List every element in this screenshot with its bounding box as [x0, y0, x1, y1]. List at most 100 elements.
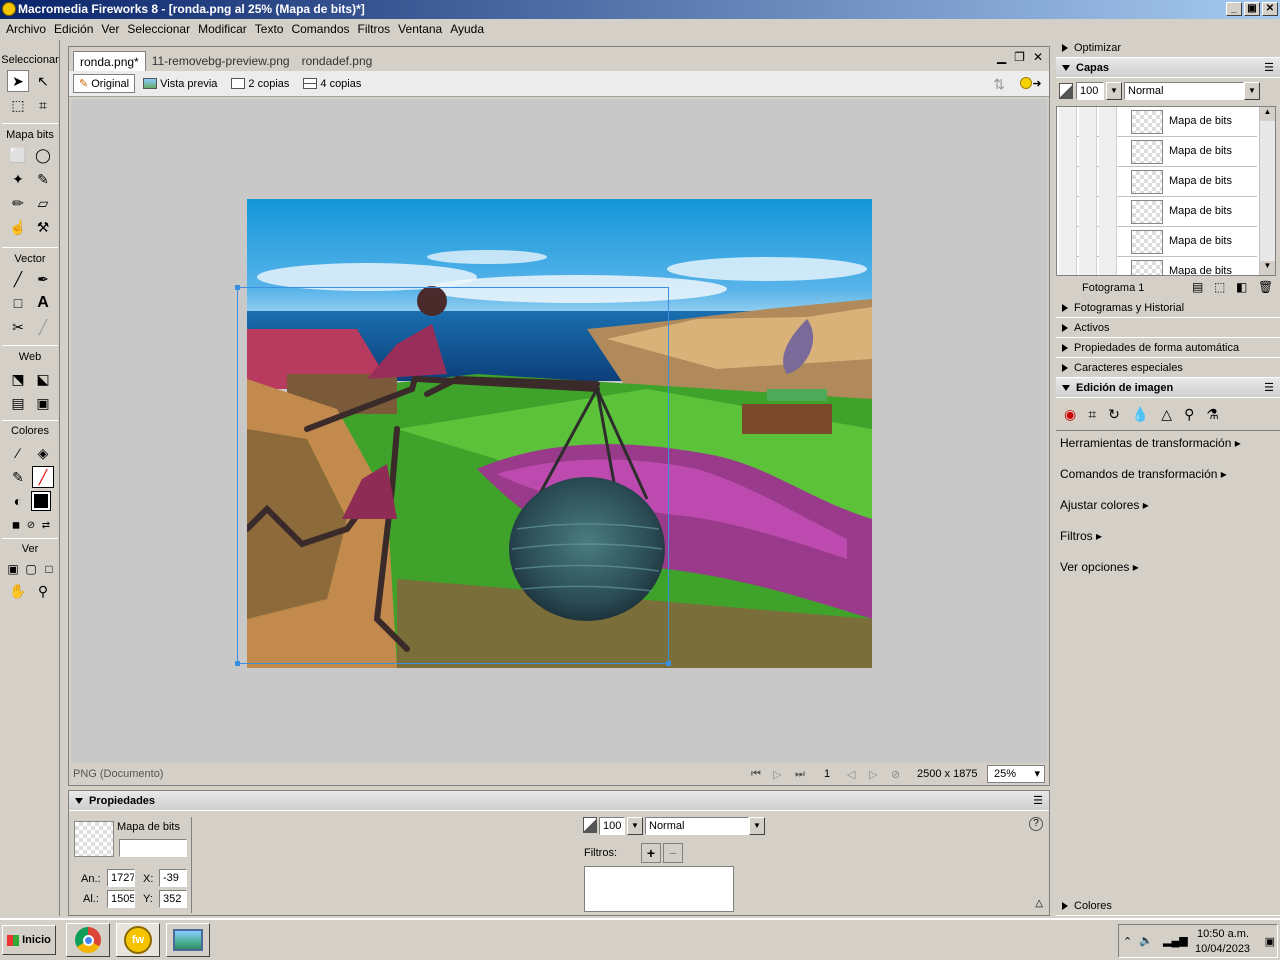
rectangle-tool-icon[interactable]: □: [7, 292, 29, 314]
crop-tool-icon[interactable]: ⌗: [32, 94, 54, 116]
magic-wand-tool-icon[interactable]: ✦: [7, 168, 29, 190]
restore-button[interactable]: ▣: [1244, 2, 1260, 16]
subselect-tool-icon[interactable]: ↖: [32, 70, 54, 92]
layer-row[interactable]: Mapa de bits: [1059, 107, 1257, 137]
filters-item[interactable]: Filtros ▸: [1060, 529, 1102, 543]
stroke-color-icon[interactable]: ✎: [7, 466, 29, 488]
panel-menu-icon[interactable]: ☰: [1033, 794, 1043, 807]
selection-handle[interactable]: [666, 661, 671, 666]
swap-colors-icon[interactable]: ⇄: [35, 514, 57, 536]
view-2up-button[interactable]: 2 copias: [225, 75, 295, 93]
menu-seleccionar[interactable]: Seleccionar: [123, 22, 194, 36]
fill-color-icon[interactable]: ◐: [7, 490, 29, 512]
tab-ronda[interactable]: ronda.png*: [73, 51, 146, 71]
volume-icon[interactable]: 🔈: [1139, 934, 1153, 947]
slice-tool-icon[interactable]: ⬕: [32, 368, 54, 390]
x-field[interactable]: -39: [159, 869, 187, 887]
fireworks-taskbar-button[interactable]: fw: [116, 923, 160, 957]
crop-icon[interactable]: ⌗: [1088, 406, 1096, 423]
panel-autoshape-props[interactable]: Propiedades de forma automática: [1056, 338, 1280, 358]
width-field[interactable]: 1727: [107, 869, 135, 887]
remove-filter-button[interactable]: −: [663, 843, 683, 863]
scale-tool-icon[interactable]: ⬚: [7, 94, 29, 116]
menu-ayuda[interactable]: Ayuda: [446, 22, 488, 36]
last-frame-icon[interactable]: ⏭: [795, 768, 805, 781]
view-options-item[interactable]: Ver opciones ▸: [1060, 560, 1139, 574]
hide-slices-icon[interactable]: ▤: [7, 392, 29, 414]
opacity-field[interactable]: 100: [599, 817, 625, 835]
hand-tool-icon[interactable]: ✋: [7, 580, 29, 602]
panel-activos[interactable]: Activos: [1056, 318, 1280, 338]
close-button[interactable]: ✕: [1262, 2, 1278, 16]
expand-properties-icon[interactable]: △: [1035, 898, 1043, 909]
burn-icon[interactable]: ⚗: [1206, 406, 1219, 423]
selection-bounding-box[interactable]: [237, 287, 669, 664]
layer-opacity-dropdown[interactable]: ▼: [1106, 82, 1122, 100]
add-mask-icon[interactable]: ◧: [1236, 280, 1247, 294]
start-button[interactable]: Inicio: [2, 925, 56, 955]
height-field[interactable]: 1505: [107, 890, 135, 908]
panel-special-chars[interactable]: Caracteres especiales: [1056, 358, 1280, 378]
properties-header[interactable]: Propiedades ☰: [69, 791, 1049, 811]
help-icon[interactable]: ?: [1029, 817, 1043, 831]
pencil-tool-icon[interactable]: ✏: [7, 192, 29, 214]
next-frame-icon[interactable]: ▷: [869, 768, 877, 781]
paint-bucket-tool-icon[interactable]: ◈: [32, 442, 54, 464]
play-icon[interactable]: ▷: [773, 768, 781, 781]
eraser-tool-icon[interactable]: ▱: [32, 192, 54, 214]
stroke-swatch[interactable]: ╱: [32, 466, 54, 488]
transform-tools-item[interactable]: Herramientas de transformación ▸: [1060, 436, 1241, 450]
hotspot-tool-icon[interactable]: ⬔: [7, 368, 29, 390]
blur-tool-icon[interactable]: ☝: [7, 216, 29, 238]
red-eye-icon[interactable]: ◉: [1064, 406, 1076, 423]
tab-removebg-preview[interactable]: 11-removebg-preview.png: [146, 51, 296, 71]
doc-restore-button[interactable]: ❐: [1014, 50, 1025, 64]
tray-expand-icon[interactable]: ⌃: [1123, 935, 1132, 948]
eyedropper-tool-icon[interactable]: ⁄: [7, 442, 29, 464]
menu-filtros[interactable]: Filtros: [354, 22, 395, 36]
canvas-area[interactable]: [71, 99, 1047, 763]
panel-fotogramas[interactable]: Fotogramas y Historial: [1056, 298, 1280, 318]
clock-time[interactable]: 10:50 a.m.: [1197, 928, 1249, 940]
lasso-tool-icon[interactable]: ◯: [32, 144, 54, 166]
layers-scrollbar[interactable]: ▲ ▼: [1259, 107, 1275, 275]
marquee-tool-icon[interactable]: ⬜: [7, 144, 29, 166]
dodge-icon[interactable]: ⚲: [1184, 406, 1194, 423]
panel-colores[interactable]: Colores: [1056, 896, 1280, 916]
zoom-dropdown[interactable]: 25% ▾: [987, 765, 1045, 783]
view-4up-button[interactable]: 4 copias: [297, 75, 367, 93]
rubber-stamp-tool-icon[interactable]: ⚒: [32, 216, 54, 238]
add-filter-button[interactable]: +: [641, 843, 661, 863]
layer-row[interactable]: Mapa de bits: [1059, 227, 1257, 257]
layer-blend-select[interactable]: Normal: [1124, 82, 1244, 100]
selection-handle[interactable]: [235, 285, 240, 290]
clock-date[interactable]: 10/04/2023: [1195, 943, 1250, 955]
new-bitmap-icon[interactable]: ⬚: [1214, 280, 1225, 294]
minimize-button[interactable]: _: [1226, 2, 1242, 16]
new-layer-icon[interactable]: ▤: [1192, 280, 1203, 294]
layer-row[interactable]: Mapa de bits: [1059, 167, 1257, 197]
panel-edicion-imagen[interactable]: Edición de imagen ☰: [1056, 378, 1280, 398]
chrome-taskbar-button[interactable]: [66, 923, 110, 957]
view-original-button[interactable]: ✎ Original: [73, 74, 136, 93]
first-frame-icon[interactable]: ⏮: [751, 768, 761, 781]
opacity-dropdown-button[interactable]: ▼: [627, 817, 643, 835]
zoom-tool-icon[interactable]: ⚲: [32, 580, 54, 602]
freeform-tool-icon[interactable]: ✂: [7, 316, 29, 338]
view-preview-button[interactable]: Vista previa: [137, 75, 223, 93]
adjust-colors-item[interactable]: Ajustar colores ▸: [1060, 498, 1149, 512]
blend-mode-select[interactable]: Normal: [645, 817, 749, 835]
show-slices-icon[interactable]: ▣: [32, 392, 54, 414]
full-screen-icon[interactable]: □: [38, 558, 60, 580]
layer-row[interactable]: Mapa de bits: [1059, 197, 1257, 227]
menu-modificar[interactable]: Modificar: [194, 22, 251, 36]
fill-swatch[interactable]: [31, 491, 51, 511]
blur-drop-icon[interactable]: 💧: [1132, 406, 1149, 423]
knife-tool-icon[interactable]: ╱: [32, 316, 54, 338]
menu-archivo[interactable]: Archivo: [2, 22, 50, 36]
menu-texto[interactable]: Texto: [251, 22, 288, 36]
panel-menu-icon[interactable]: ☰: [1264, 61, 1274, 74]
tab-rondadef[interactable]: rondadef.png: [296, 51, 379, 71]
layer-blend-dropdown[interactable]: ▼: [1244, 82, 1260, 100]
selection-handle[interactable]: [235, 661, 240, 666]
